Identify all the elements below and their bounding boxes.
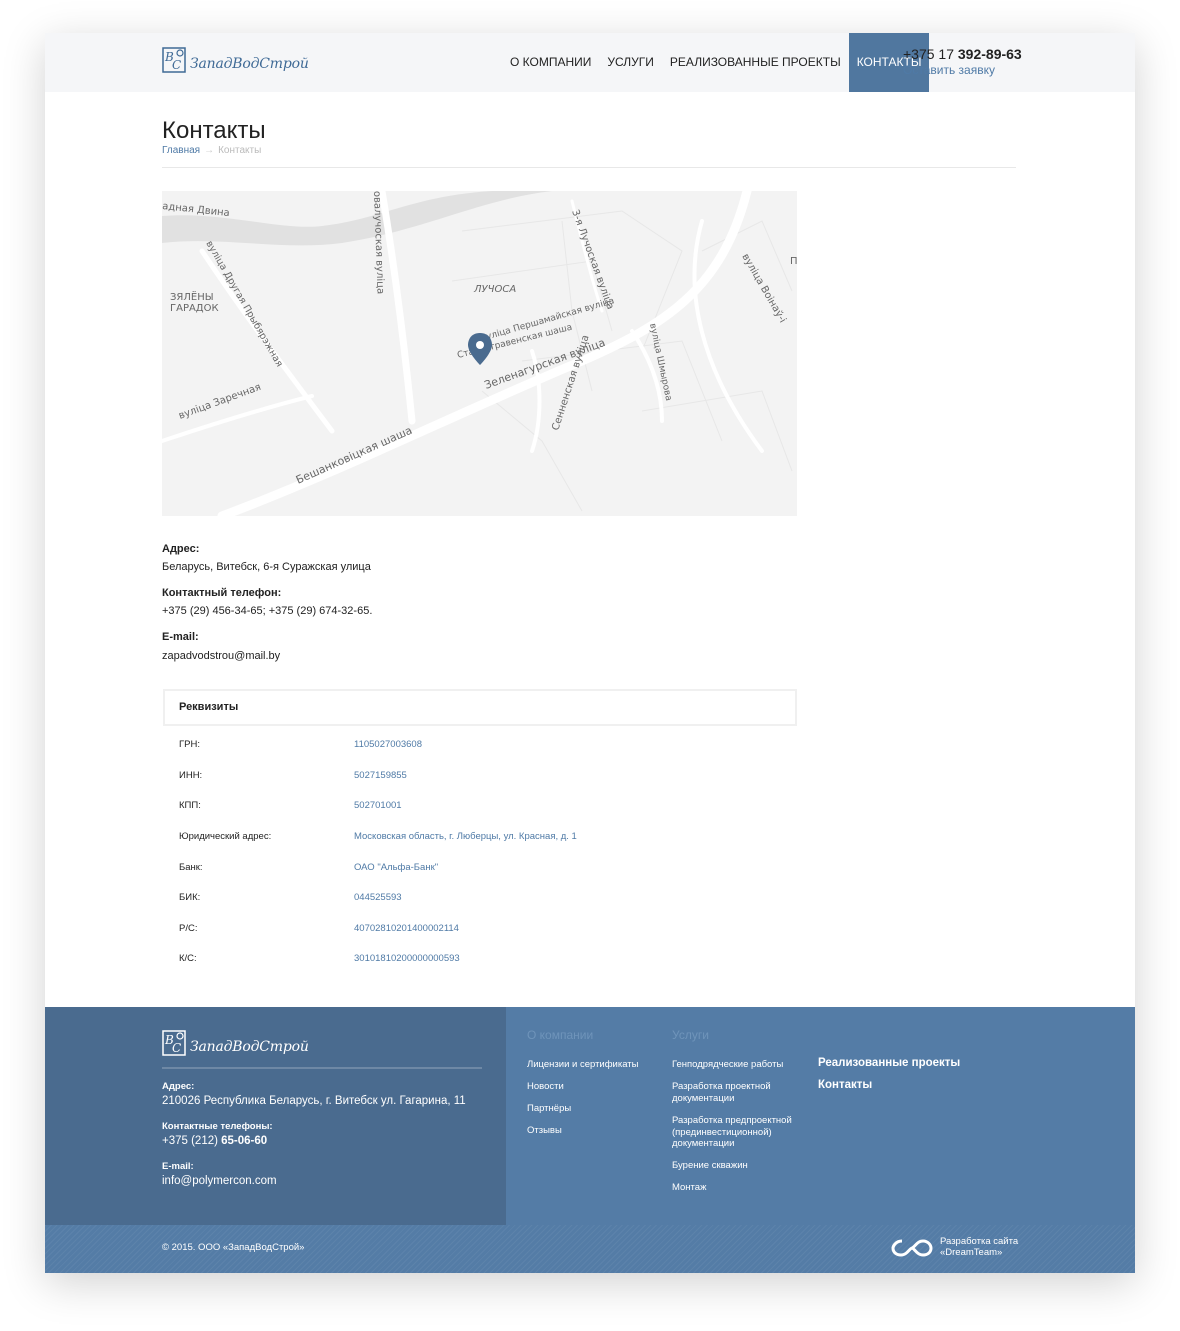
footer-link-contacts[interactable]: Контакты bbox=[818, 1079, 872, 1091]
req-key: Юридический адрес: bbox=[179, 831, 272, 842]
footer-link-general-contracting[interactable]: Генподрядческие работы bbox=[672, 1059, 802, 1071]
request-link[interactable]: Оставить заявку bbox=[903, 63, 995, 77]
page-title: Контакты bbox=[162, 117, 266, 144]
footer-link-news[interactable]: Новости bbox=[527, 1081, 657, 1093]
main-nav: О компании Услуги Реализованные проекты … bbox=[502, 33, 930, 92]
address-value: Беларусь, Витебск, 6-я Суражская улица bbox=[162, 561, 371, 573]
svg-text:С: С bbox=[172, 58, 181, 72]
svg-text:С: С bbox=[172, 1041, 181, 1055]
req-value: 1105027003608 bbox=[354, 739, 422, 750]
requisites-row: Р/С: 40702810201400002114 bbox=[179, 923, 779, 937]
developer-credit[interactable]: Разработка сайта «DreamTeam» bbox=[940, 1236, 1018, 1258]
requisites-header[interactable] bbox=[163, 689, 797, 726]
requisites-row: ГРН: 1105027003608 bbox=[179, 739, 779, 753]
footer-address-label: Адрес: bbox=[162, 1081, 195, 1092]
footer-email[interactable]: info@polymercon.com bbox=[162, 1175, 277, 1187]
req-value: 044525593 bbox=[354, 892, 402, 903]
footer-links-panel bbox=[506, 1007, 1135, 1225]
map-label-district: ЛУЧОСА bbox=[473, 284, 516, 295]
logo-text: ЗападВодСтрой bbox=[190, 56, 309, 72]
footer-phone: +375 (212) 65-06-60 bbox=[162, 1135, 267, 1147]
footer-email-label: E-mail: bbox=[162, 1161, 194, 1172]
requisites-row: БИК: 044525593 bbox=[179, 892, 779, 906]
page-frame: В С ЗападВодСтрой О компании Услуги Реал… bbox=[45, 33, 1135, 1273]
map-canvas: адная Двина овалучоская вуліца 3-я Лучос… bbox=[162, 191, 797, 516]
footer-link-installation[interactable]: Монтаж bbox=[672, 1182, 802, 1194]
logo-mark-icon: В С bbox=[162, 47, 186, 73]
requisites-row: Юридический адрес: Московская область, г… bbox=[179, 831, 779, 845]
req-value: 5027159855 bbox=[354, 770, 407, 781]
developer-line2: «DreamTeam» bbox=[940, 1247, 1003, 1258]
phone-value: +375 (29) 456-34-65; +375 (29) 674-32-65… bbox=[162, 605, 373, 617]
footer-phone-prefix: +375 (212) bbox=[162, 1135, 222, 1147]
footer-link-reviews[interactable]: Отзывы bbox=[527, 1125, 657, 1137]
footer-link-projects[interactable]: Реализованные проекты bbox=[818, 1057, 960, 1069]
footer-logo-text: ЗападВодСтрой bbox=[190, 1039, 309, 1055]
email-value[interactable]: zapadvodstrou@mail.by bbox=[162, 650, 280, 662]
map-label-zyaleny: ЗЯЛЁНЫ bbox=[170, 290, 214, 303]
footer-logo-mark-icon: В С bbox=[162, 1030, 186, 1056]
req-value: 502701001 bbox=[354, 800, 402, 811]
req-value: 40702810201400002114 bbox=[354, 923, 459, 934]
req-key: Р/С: bbox=[179, 923, 198, 934]
nav-projects[interactable]: Реализованные проекты bbox=[662, 33, 849, 92]
req-value: ОАО "Альфа-Банк" bbox=[354, 862, 439, 873]
breadcrumb: Главная → Контакты bbox=[162, 145, 261, 156]
footer-link-project-docs[interactable]: Разработка проектной документации bbox=[672, 1081, 802, 1104]
footer-col-services-title[interactable]: Услуги bbox=[672, 1028, 709, 1042]
nav-services[interactable]: Услуги bbox=[599, 33, 662, 92]
dreamteam-logo-icon[interactable] bbox=[891, 1238, 933, 1258]
footer-phone-main: 65-06-60 bbox=[221, 1135, 268, 1147]
footer-address: 210026 Республика Беларусь, г. Витебск у… bbox=[162, 1095, 466, 1107]
footer-link-drilling[interactable]: Бурение скважин bbox=[672, 1160, 802, 1172]
footer-link-partners[interactable]: Партнёры bbox=[527, 1103, 657, 1115]
phone-label: Контактный телефон: bbox=[162, 587, 282, 599]
req-key: ИНН: bbox=[179, 770, 203, 781]
phone-main: 392-89-63 bbox=[957, 46, 1022, 62]
requisites-row: Банк: ОАО "Альфа-Банк" bbox=[179, 862, 779, 876]
footer-phones-label: Контактные телефоны: bbox=[162, 1121, 273, 1132]
requisites-title: Реквизиты bbox=[179, 701, 239, 713]
requisites-row: КПП: 502701001 bbox=[179, 800, 779, 814]
title-divider bbox=[162, 167, 1016, 168]
map-label-garadok: ГАРАДОК bbox=[170, 303, 219, 314]
footer-link-preproject-docs[interactable]: Разработка предпроектной (прединвестицио… bbox=[672, 1115, 802, 1150]
footer-col-company-title[interactable]: О компании bbox=[527, 1028, 593, 1042]
address-label: Адрес: bbox=[162, 543, 200, 555]
site-logo[interactable]: В С ЗападВодСтрой bbox=[162, 45, 309, 75]
breadcrumb-home[interactable]: Главная bbox=[162, 145, 200, 156]
requisites-row: К/С: 30101810200000000593 bbox=[179, 953, 779, 967]
map[interactable]: адная Двина овалучоская вуліца 3-я Лучос… bbox=[162, 191, 797, 516]
footer-link-licenses[interactable]: Лицензии и сертификаты bbox=[527, 1059, 657, 1071]
site-header: В С ЗападВодСтрой О компании Услуги Реал… bbox=[45, 33, 1135, 92]
req-value: Московская область, г. Люберцы, ул. Крас… bbox=[354, 831, 577, 842]
breadcrumb-separator: → bbox=[204, 145, 215, 156]
footer-logo[interactable]: В С ЗападВодСтрой bbox=[162, 1029, 309, 1057]
req-key: КПП: bbox=[179, 800, 201, 811]
req-value: 30101810200000000593 bbox=[354, 953, 460, 964]
nav-about[interactable]: О компании bbox=[502, 33, 599, 92]
footer-divider bbox=[162, 1067, 482, 1069]
req-key: К/С: bbox=[179, 953, 197, 964]
req-key: ГРН: bbox=[179, 739, 200, 750]
req-key: БИК: bbox=[179, 892, 201, 903]
copyright: © 2015. ООО «ЗападВодСтрой» bbox=[162, 1242, 305, 1253]
phone-prefix: +375 17 bbox=[903, 46, 958, 62]
breadcrumb-current: Контакты bbox=[218, 145, 262, 156]
header-phone: +375 17 392-89-63 bbox=[903, 46, 1022, 62]
email-label: E-mail: bbox=[162, 631, 199, 643]
requisites-row: ИНН: 5027159855 bbox=[179, 770, 779, 784]
map-label-p: П bbox=[790, 256, 797, 267]
developer-line1: Разработка сайта bbox=[940, 1236, 1019, 1247]
req-key: Банк: bbox=[179, 862, 203, 873]
